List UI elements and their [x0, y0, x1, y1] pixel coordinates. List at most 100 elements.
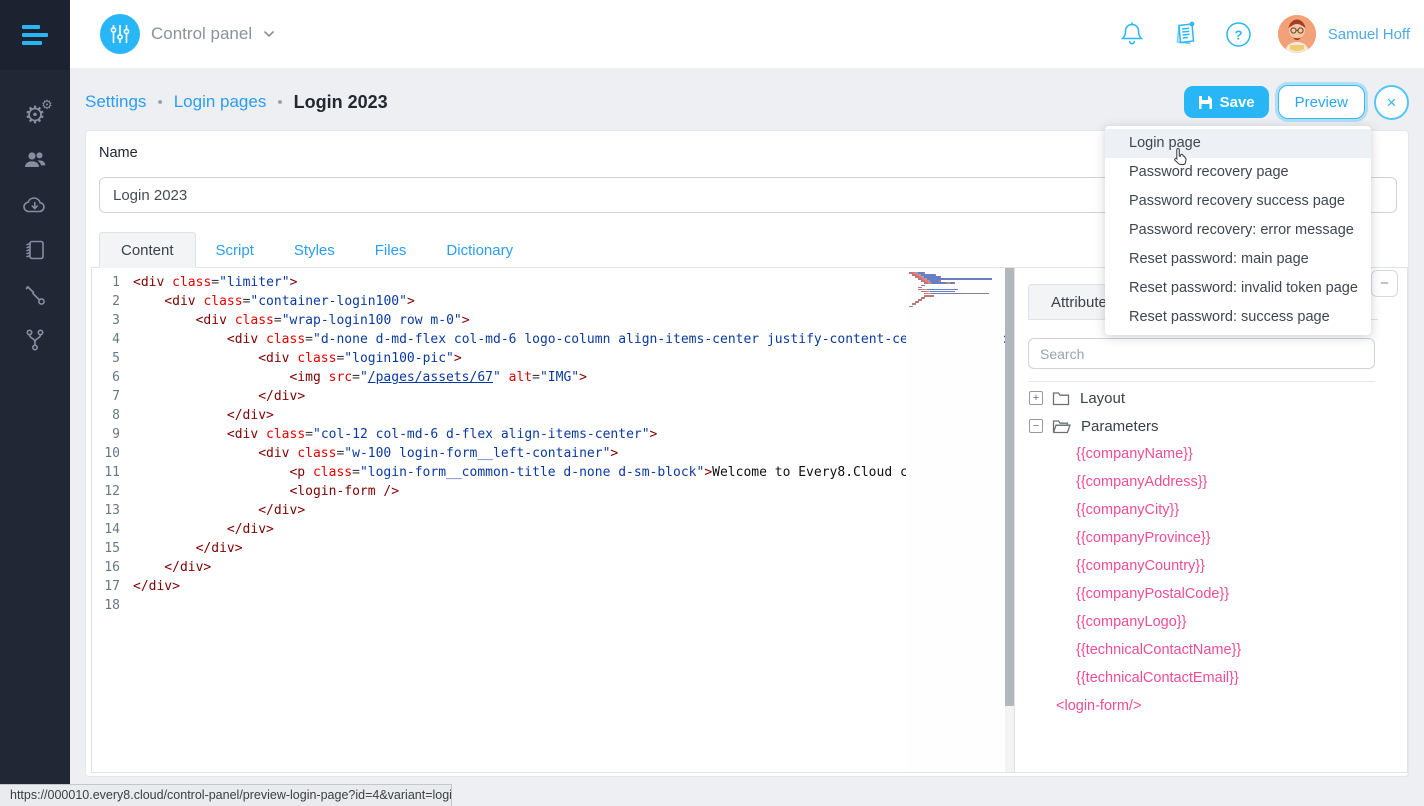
sidebar-item-integrations[interactable] [0, 317, 70, 362]
control-panel-logo-icon [100, 14, 140, 54]
minimap[interactable] [906, 269, 1004, 771]
parameter-item[interactable]: {{companyCity}} [1015, 496, 1407, 524]
menu-item[interactable]: Reset password: main page [1105, 245, 1371, 274]
app-title: Control panel [151, 24, 252, 44]
code-text: <img src="/pages/assets/67" alt="IMG"> [133, 368, 587, 387]
menu-item[interactable]: Login page [1105, 129, 1371, 158]
line-number: 2 [92, 292, 133, 311]
sidebar-item-settings[interactable]: ⚙⚙ [0, 92, 70, 137]
collapse-node-icon[interactable]: − [1029, 419, 1043, 433]
parameter-item[interactable]: {{companyName}} [1015, 440, 1407, 468]
code-line[interactable]: 13</div> [92, 501, 1014, 520]
topbar-right: ? Samuel Hoff [1119, 15, 1410, 53]
tree-folder-layout[interactable]: +Layout [1015, 384, 1407, 412]
code-line[interactable]: 4<div class="d-none d-md-flex col-md-6 l… [92, 330, 1014, 349]
scrollbar-thumb[interactable] [1005, 268, 1014, 706]
breadcrumb-login-pages[interactable]: Login pages [174, 92, 267, 112]
tree-folder-parameters[interactable]: − Parameters [1015, 412, 1407, 440]
code-line[interactable]: 16</div> [92, 558, 1014, 577]
collapse-panel-button[interactable]: − [1371, 270, 1398, 297]
code-text: </div> [133, 558, 211, 577]
code-lines: 1<div class="limiter">2<div class="conta… [92, 268, 1014, 615]
code-line[interactable]: 12<login-form /> [92, 482, 1014, 501]
code-line[interactable]: 2<div class="container-login100"> [92, 292, 1014, 311]
users-icon [22, 149, 48, 171]
sidebar-item-users[interactable] [0, 137, 70, 182]
code-text: <div class="col-12 col-md-6 d-flex align… [133, 425, 657, 444]
code-line[interactable]: 8</div> [92, 406, 1014, 425]
parameter-item[interactable]: {{technicalContactEmail}} [1015, 664, 1407, 692]
code-text: </div> [133, 387, 305, 406]
editor-scrollbar[interactable] [1005, 268, 1014, 772]
code-line[interactable]: 11<p class="login-form__common-title d-n… [92, 463, 1014, 482]
code-editor[interactable]: 1<div class="limiter">2<div class="conta… [92, 268, 1014, 772]
code-line[interactable]: 3<div class="wrap-login100 row m-0"> [92, 311, 1014, 330]
page-title: Login 2023 [294, 92, 388, 113]
tree-folder-label: Parameters [1081, 418, 1159, 435]
code-line[interactable]: 14</div> [92, 520, 1014, 539]
code-line[interactable]: 9<div class="col-12 col-md-6 d-flex alig… [92, 425, 1014, 444]
code-line[interactable]: 15</div> [92, 539, 1014, 558]
sidebar-item-tools[interactable] [0, 272, 70, 317]
sidebar-item-downloads[interactable] [0, 182, 70, 227]
menu-item[interactable]: Password recovery page [1105, 158, 1371, 187]
close-button[interactable]: × [1374, 85, 1409, 120]
menu-toggle-button[interactable] [0, 0, 70, 70]
name-label: Name [99, 145, 138, 161]
sidebar: ⚙⚙ [0, 0, 70, 784]
line-number: 18 [92, 596, 133, 615]
user-menu[interactable]: Samuel Hoff [1278, 15, 1410, 53]
hamburger-icon [22, 21, 48, 49]
attributes-search-input[interactable] [1028, 338, 1375, 369]
code-line[interactable]: 6<img src="/pages/assets/67" alt="IMG"> [92, 368, 1014, 387]
tab-script[interactable]: Script [196, 232, 274, 268]
wrench-icon [23, 283, 47, 307]
parameter-item[interactable]: {{companyLogo}} [1015, 608, 1407, 636]
code-line[interactable]: 10<div class="w-100 login-form__left-con… [92, 444, 1014, 463]
sidebar-item-journal[interactable] [0, 227, 70, 272]
breadcrumb-settings[interactable]: Settings [85, 92, 146, 112]
parameter-item[interactable]: {{companyProvince}} [1015, 524, 1407, 552]
menu-item[interactable]: Reset password: invalid token page [1105, 274, 1371, 303]
line-number: 7 [92, 387, 133, 406]
minimap-code [906, 269, 1004, 309]
code-line[interactable]: 17</div> [92, 577, 1014, 596]
line-number: 16 [92, 558, 133, 577]
line-number: 6 [92, 368, 133, 387]
notifications-button[interactable] [1119, 20, 1145, 48]
code-line[interactable]: 7</div> [92, 387, 1014, 406]
tab-files[interactable]: Files [355, 232, 427, 268]
help-icon: ? [1225, 21, 1252, 48]
topbar: Control panel ? [70, 0, 1424, 68]
tab-bar: Content Script Styles Files Dictionary [99, 232, 533, 268]
svg-text:?: ? [1234, 27, 1242, 42]
preview-button[interactable]: Preview [1278, 85, 1365, 119]
tab-content[interactable]: Content [99, 232, 196, 268]
attributes-divider [1028, 381, 1375, 382]
code-line[interactable]: 18 [92, 596, 1014, 615]
help-button[interactable]: ? [1225, 21, 1252, 48]
expand-node-icon[interactable]: + [1029, 391, 1043, 405]
status-link-preview: https://000010.every8.cloud/control-pane… [0, 784, 452, 806]
line-number: 12 [92, 482, 133, 501]
tab-styles[interactable]: Styles [274, 232, 355, 268]
code-line[interactable]: 1<div class="limiter"> [92, 273, 1014, 292]
app-switcher[interactable]: Control panel [100, 14, 275, 54]
parameter-item[interactable]: {{companyCountry}} [1015, 552, 1407, 580]
menu-item[interactable]: Reset password: success page [1105, 303, 1371, 332]
line-number: 8 [92, 406, 133, 425]
save-button[interactable]: Save [1184, 86, 1269, 118]
menu-item[interactable]: Password recovery: error message [1105, 216, 1371, 245]
tab-dictionary[interactable]: Dictionary [426, 232, 533, 268]
code-text: </div> [133, 539, 243, 558]
parameter-item[interactable]: {{technicalContactName}} [1015, 636, 1407, 664]
manual-button[interactable] [1171, 20, 1199, 48]
menu-item[interactable]: Password recovery success page [1105, 187, 1371, 216]
login-form-component-item[interactable]: <login-form/> [1015, 692, 1407, 720]
parameter-item[interactable]: {{companyPostalCode}} [1015, 580, 1407, 608]
code-line[interactable]: 5<div class="login100-pic"> [92, 349, 1014, 368]
manual-icon [1171, 20, 1199, 48]
preview-menu: Login pagePassword recovery pagePassword… [1105, 126, 1371, 335]
cloud-download-icon [22, 195, 48, 215]
parameter-item[interactable]: {{companyAddress}} [1015, 468, 1407, 496]
